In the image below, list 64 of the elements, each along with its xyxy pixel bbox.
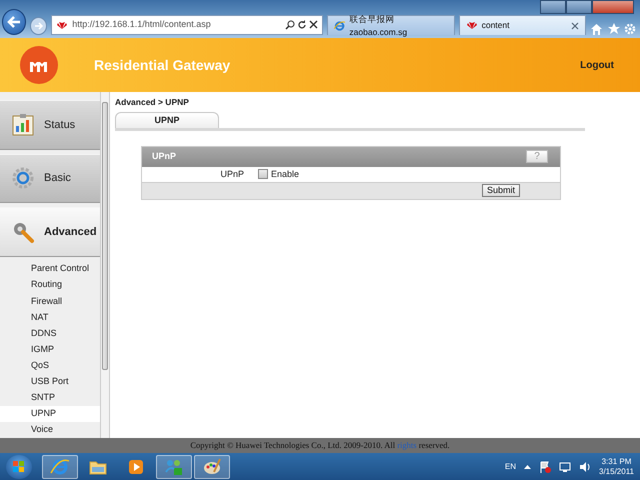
submit-button[interactable]: Submit <box>482 184 520 198</box>
taskbar-button[interactable] <box>42 454 78 478</box>
chart-icon <box>12 113 34 136</box>
network-status-icon[interactable] <box>559 460 571 472</box>
wrench-icon <box>12 220 34 244</box>
sidebar-item[interactable]: Routing <box>0 277 100 294</box>
sidebar-group[interactable]: Status <box>0 100 100 150</box>
panel-title: UPnP <box>152 150 176 163</box>
site-icon <box>56 20 68 30</box>
sidebar-item[interactable]: SNTP <box>0 390 100 406</box>
home-icon[interactable] <box>590 23 603 35</box>
sidebar-item[interactable]: Voice <box>0 422 100 438</box>
sidebar-item[interactable]: Firewall <box>0 293 100 310</box>
sidebar-item[interactable]: DDNS <box>0 325 100 342</box>
gear-icon <box>12 167 34 190</box>
sidebar-item[interactable]: UPNP <box>0 406 100 422</box>
scrollbar[interactable] <box>100 92 110 438</box>
sidebar-item[interactable]: IGMP <box>0 341 100 358</box>
address-bar[interactable]: http://192.168.1.1/html/content.asp <box>51 15 324 35</box>
paint-palette-icon <box>202 456 222 476</box>
sidebar-item[interactable]: NAT <box>0 309 100 326</box>
scrollbar-thumb[interactable] <box>102 102 108 370</box>
back-arrow-icon <box>7 16 22 28</box>
copyright-text: Copyright © Huawei Technologies Co., Ltd. 2009-2010. All rights reserved. <box>190 439 450 452</box>
start-button[interactable] <box>6 454 32 478</box>
action-center-flag-icon[interactable] <box>539 460 551 472</box>
breadcrumb: Advanced > UPNP <box>115 96 190 109</box>
checkbox[interactable] <box>258 169 268 180</box>
settings-icon[interactable] <box>624 23 636 35</box>
browser-tab[interactable]: 联合早报网 zaobao.com.sg <box>327 15 455 35</box>
stop-icon[interactable] <box>309 20 318 29</box>
browser-icon <box>334 20 346 32</box>
minimize-button[interactable] <box>540 0 566 14</box>
sidebar-item[interactable]: Parent Control <box>0 261 100 278</box>
sidebar-item[interactable]: USB Port <box>0 374 100 390</box>
search-icon[interactable] <box>284 20 295 30</box>
url-text: http://192.168.1.1/html/content.asp <box>72 18 211 32</box>
sidebar-group[interactable]: Basic <box>0 154 100 204</box>
site-icon <box>466 20 478 32</box>
close-button[interactable] <box>592 0 634 14</box>
logout-link[interactable]: Logout <box>580 58 614 72</box>
tab-title: content <box>482 19 510 32</box>
field-label: UPnP <box>219 168 245 180</box>
sidebar-item[interactable]: QoS <box>0 358 100 374</box>
checkbox-label: Enable <box>271 168 300 180</box>
forward-arrow-icon <box>34 22 44 30</box>
forward-button[interactable] <box>30 17 48 35</box>
windows-logo-icon <box>13 460 25 472</box>
page-title: Residential Gateway <box>94 56 230 75</box>
show-hidden-icons-icon[interactable] <box>524 464 531 469</box>
language-indicator[interactable]: EN <box>504 460 516 472</box>
star-icon[interactable] <box>608 23 620 35</box>
refresh-icon[interactable] <box>296 20 307 30</box>
sidebar-group[interactable]: Advanced <box>0 207 100 258</box>
clock-time: 3:31 PM <box>600 456 632 466</box>
close-icon[interactable] <box>571 22 579 30</box>
clock-date: 3/15/2011 <box>599 466 634 476</box>
maximize-button[interactable] <box>566 0 592 14</box>
back-button[interactable] <box>2 9 26 35</box>
browser-icon <box>50 456 70 476</box>
page-tab[interactable]: UPNP <box>115 112 219 128</box>
browser-tab[interactable]: content <box>458 15 586 35</box>
taskbar-button[interactable] <box>194 454 230 478</box>
volume-icon[interactable] <box>579 460 591 472</box>
